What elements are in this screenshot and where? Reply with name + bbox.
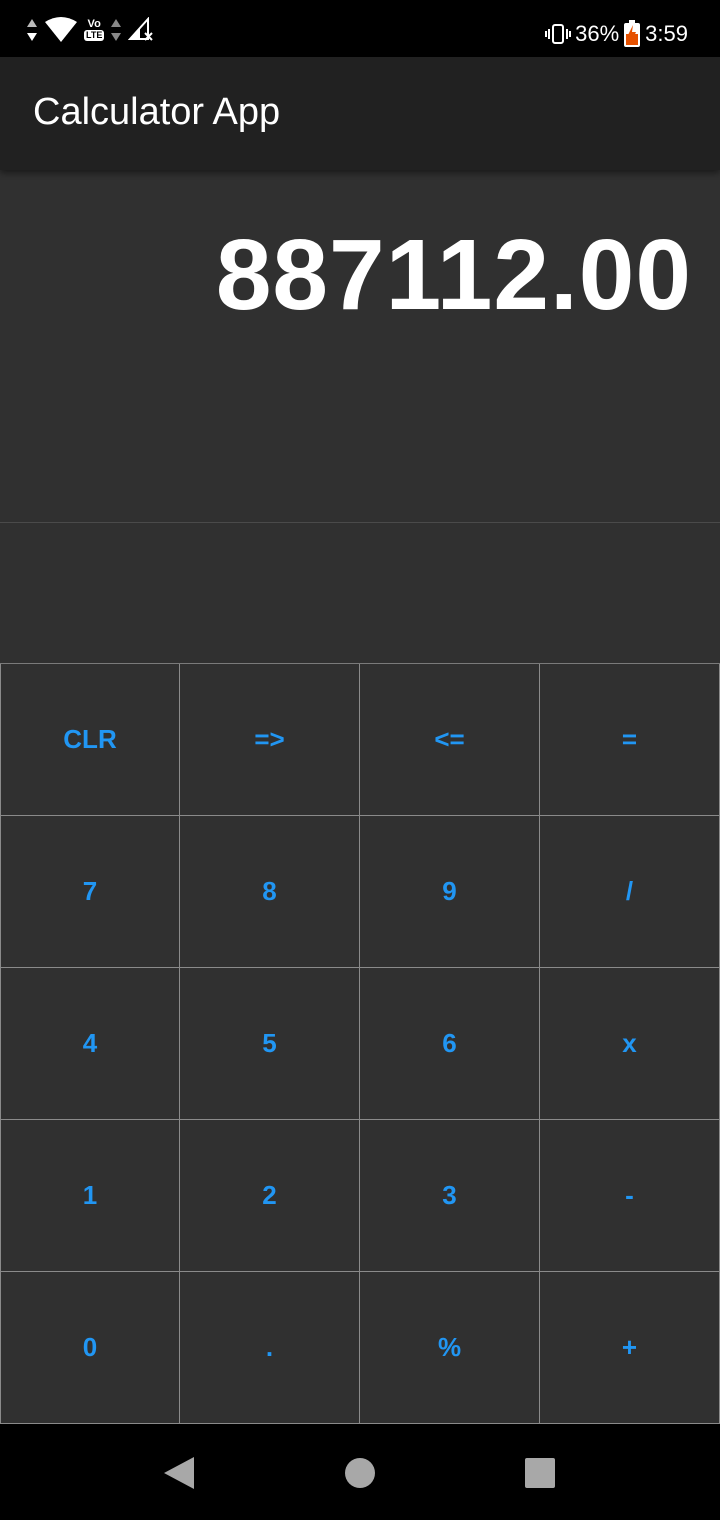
volte-icon: Vo LTE <box>84 18 105 41</box>
data-arrows-icon <box>27 19 37 41</box>
move-right-button[interactable]: => <box>180 664 360 816</box>
move-left-button[interactable]: <= <box>360 664 540 816</box>
digit-2-button[interactable]: 2 <box>180 1120 360 1272</box>
back-icon[interactable] <box>162 1456 196 1490</box>
clear-button[interactable]: CLR <box>0 664 180 816</box>
app-bar: Calculator App <box>0 57 720 170</box>
clock: 3:59 <box>645 21 688 46</box>
percent-button[interactable]: % <box>360 1272 540 1424</box>
vibrate-icon <box>545 24 572 44</box>
battery-percent: 36% <box>575 21 620 46</box>
digit-4-button[interactable]: 4 <box>0 968 180 1120</box>
decimal-button[interactable]: . <box>180 1272 360 1424</box>
signal-icon <box>128 17 154 41</box>
digit-1-button[interactable]: 1 <box>0 1120 180 1272</box>
digit-3-button[interactable]: 3 <box>360 1120 540 1272</box>
battery-charging-icon <box>624 20 641 47</box>
recents-icon[interactable] <box>523 1456 557 1490</box>
home-icon[interactable] <box>343 1456 377 1490</box>
wifi-icon <box>45 17 77 42</box>
result-value: 887112.00 <box>215 219 692 331</box>
digit-8-button[interactable]: 8 <box>180 816 360 968</box>
digit-6-button[interactable]: 6 <box>360 968 540 1120</box>
add-button[interactable]: + <box>540 1272 720 1424</box>
navigation-bar <box>0 1424 720 1520</box>
equals-button[interactable]: = <box>540 664 720 816</box>
page-title: Calculator App <box>33 91 281 133</box>
digit-7-button[interactable]: 7 <box>0 816 180 968</box>
expression-display <box>0 524 720 663</box>
digit-9-button[interactable]: 9 <box>360 816 540 968</box>
status-left-icons: Vo LTE <box>26 14 154 46</box>
result-display: 887112.00 <box>0 170 720 523</box>
subtract-button[interactable]: - <box>540 1120 720 1272</box>
digit-5-button[interactable]: 5 <box>180 968 360 1120</box>
status-right-icons: 36% 3:59 <box>545 14 688 54</box>
calculator-body: 887112.00 CLR => <= = 7 8 9 / 4 5 6 x 1 … <box>0 170 720 1424</box>
status-bar: Vo LTE 36% 3:59 <box>0 0 720 57</box>
data-arrows-icon <box>111 19 122 41</box>
keypad: CLR => <= = 7 8 9 / 4 5 6 x 1 2 3 - 0 . … <box>0 663 720 1424</box>
digit-0-button[interactable]: 0 <box>0 1272 180 1424</box>
divide-button[interactable]: / <box>540 816 720 968</box>
multiply-button[interactable]: x <box>540 968 720 1120</box>
